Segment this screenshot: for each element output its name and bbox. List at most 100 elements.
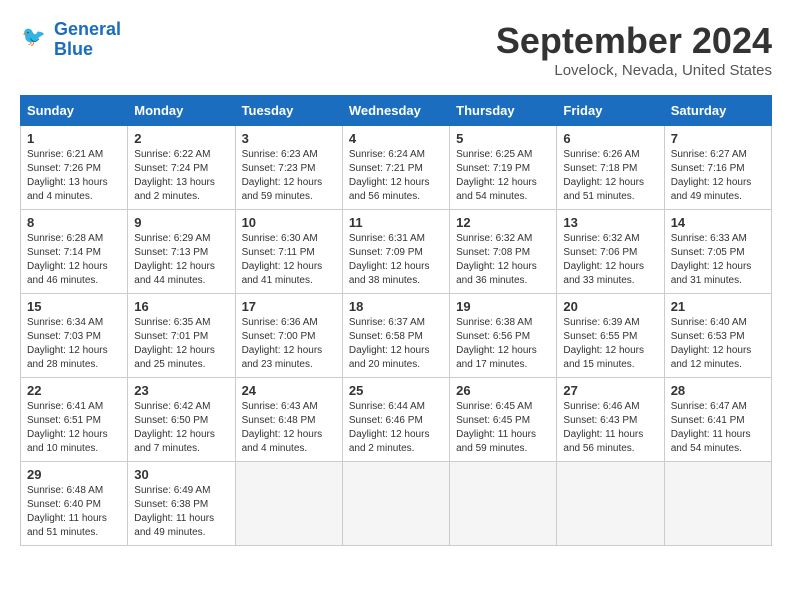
table-row xyxy=(342,462,449,546)
day-number: 17 xyxy=(242,299,336,314)
day-info: Sunrise: 6:30 AM Sunset: 7:11 PM Dayligh… xyxy=(242,232,336,288)
table-row xyxy=(235,462,342,546)
table-row: 11Sunrise: 6:31 AM Sunset: 7:09 PM Dayli… xyxy=(342,210,449,294)
day-number: 10 xyxy=(242,215,336,230)
day-info: Sunrise: 6:25 AM Sunset: 7:19 PM Dayligh… xyxy=(456,148,550,204)
table-row: 27 Sunrise: 6:46 AM Sunset: 6:43 PM Dayli… xyxy=(557,378,664,462)
table-row: 12Sunrise: 6:32 AM Sunset: 7:08 PM Dayli… xyxy=(450,210,557,294)
day-number: 15 xyxy=(27,299,121,314)
day-info: Sunrise: 6:37 AM Sunset: 6:58 PM Dayligh… xyxy=(349,316,443,372)
col-saturday: Saturday xyxy=(664,96,771,126)
day-info: Sunrise: 6:38 AM Sunset: 6:56 PM Dayligh… xyxy=(456,316,550,372)
svg-text:🐦: 🐦 xyxy=(22,26,46,48)
day-info: Sunrise: 6:44 AM Sunset: 6:46 PM Dayligh… xyxy=(349,400,443,456)
day-number: 12 xyxy=(456,215,550,230)
day-number: 28 xyxy=(671,383,765,398)
day-info: Sunrise: 6:49 AM Sunset: 6:38 PM Dayligh… xyxy=(134,484,228,540)
logo-text: General Blue xyxy=(54,20,121,60)
day-number: 9 xyxy=(134,215,228,230)
table-row xyxy=(450,462,557,546)
table-row: 29 Sunrise: 6:48 AM Sunset: 6:40 PM Dayli… xyxy=(21,462,128,546)
day-info: Sunrise: 6:32 AM Sunset: 7:06 PM Dayligh… xyxy=(563,232,657,288)
day-info: Sunrise: 6:40 AM Sunset: 6:53 PM Dayligh… xyxy=(671,316,765,372)
day-info: Sunrise: 6:45 AM Sunset: 6:45 PM Dayligh… xyxy=(456,400,550,456)
day-info: Sunrise: 6:22 AM Sunset: 7:24 PM Dayligh… xyxy=(134,148,228,204)
day-number: 3 xyxy=(242,131,336,146)
calendar-week-row: 29 Sunrise: 6:48 AM Sunset: 6:40 PM Dayli… xyxy=(21,462,772,546)
table-row: 8 Sunrise: 6:28 AM Sunset: 7:14 PM Daylig… xyxy=(21,210,128,294)
day-info: Sunrise: 6:36 AM Sunset: 7:00 PM Dayligh… xyxy=(242,316,336,372)
table-row: 13 Sunrise: 6:32 AM Sunset: 7:06 PM Dayli… xyxy=(557,210,664,294)
table-row: 4 Sunrise: 6:24 AM Sunset: 7:21 PM Daylig… xyxy=(342,126,449,210)
table-row: 19 Sunrise: 6:38 AM Sunset: 6:56 PM Dayli… xyxy=(450,294,557,378)
table-row: 10 Sunrise: 6:30 AM Sunset: 7:11 PM Dayli… xyxy=(235,210,342,294)
table-row: 3 Sunrise: 6:23 AM Sunset: 7:23 PM Daylig… xyxy=(235,126,342,210)
day-number: 29 xyxy=(27,467,121,482)
day-number: 16 xyxy=(134,299,228,314)
col-friday: Friday xyxy=(557,96,664,126)
day-number: 21 xyxy=(671,299,765,314)
table-row: 23Sunrise: 6:42 AM Sunset: 6:50 PM Dayli… xyxy=(128,378,235,462)
day-number: 23 xyxy=(134,383,228,398)
calendar-table: Sunday Monday Tuesday Wednesday Thursday… xyxy=(20,95,772,546)
calendar-week-row: 1 Sunrise: 6:21 AM Sunset: 7:26 PM Daylig… xyxy=(21,126,772,210)
month-title: September 2024 xyxy=(496,20,772,62)
calendar-week-row: 22 Sunrise: 6:41 AM Sunset: 6:51 PM Dayli… xyxy=(21,378,772,462)
calendar-header-row: Sunday Monday Tuesday Wednesday Thursday… xyxy=(21,96,772,126)
day-info: Sunrise: 6:23 AM Sunset: 7:23 PM Dayligh… xyxy=(242,148,336,204)
day-info: Sunrise: 6:46 AM Sunset: 6:43 PM Dayligh… xyxy=(563,400,657,456)
col-sunday: Sunday xyxy=(21,96,128,126)
day-info: Sunrise: 6:47 AM Sunset: 6:41 PM Dayligh… xyxy=(671,400,765,456)
day-number: 22 xyxy=(27,383,121,398)
day-info: Sunrise: 6:27 AM Sunset: 7:16 PM Dayligh… xyxy=(671,148,765,204)
table-row: 17 Sunrise: 6:36 AM Sunset: 7:00 PM Dayli… xyxy=(235,294,342,378)
day-number: 18 xyxy=(349,299,443,314)
table-row: 1 Sunrise: 6:21 AM Sunset: 7:26 PM Daylig… xyxy=(21,126,128,210)
table-row: 6 Sunrise: 6:26 AM Sunset: 7:18 PM Daylig… xyxy=(557,126,664,210)
table-row xyxy=(557,462,664,546)
day-info: Sunrise: 6:24 AM Sunset: 7:21 PM Dayligh… xyxy=(349,148,443,204)
table-row xyxy=(664,462,771,546)
day-number: 11 xyxy=(349,215,443,230)
day-number: 5 xyxy=(456,131,550,146)
day-info: Sunrise: 6:28 AM Sunset: 7:14 PM Dayligh… xyxy=(27,232,121,288)
day-info: Sunrise: 6:48 AM Sunset: 6:40 PM Dayligh… xyxy=(27,484,121,540)
table-row: 26Sunrise: 6:45 AM Sunset: 6:45 PM Dayli… xyxy=(450,378,557,462)
day-info: Sunrise: 6:21 AM Sunset: 7:26 PM Dayligh… xyxy=(27,148,121,204)
logo: 🐦 General Blue xyxy=(20,20,121,60)
day-number: 24 xyxy=(242,383,336,398)
table-row: 24 Sunrise: 6:43 AM Sunset: 6:48 PM Dayli… xyxy=(235,378,342,462)
day-number: 30 xyxy=(134,467,228,482)
day-number: 13 xyxy=(563,215,657,230)
col-wednesday: Wednesday xyxy=(342,96,449,126)
table-row: 20Sunrise: 6:39 AM Sunset: 6:55 PM Dayli… xyxy=(557,294,664,378)
day-number: 20 xyxy=(563,299,657,314)
day-number: 8 xyxy=(27,215,121,230)
day-info: Sunrise: 6:26 AM Sunset: 7:18 PM Dayligh… xyxy=(563,148,657,204)
day-info: Sunrise: 6:35 AM Sunset: 7:01 PM Dayligh… xyxy=(134,316,228,372)
location-title: Lovelock, Nevada, United States xyxy=(496,62,772,79)
day-number: 4 xyxy=(349,131,443,146)
day-info: Sunrise: 6:33 AM Sunset: 7:05 PM Dayligh… xyxy=(671,232,765,288)
logo-icon: 🐦 xyxy=(20,22,50,57)
day-number: 6 xyxy=(563,131,657,146)
table-row: 2Sunrise: 6:22 AM Sunset: 7:24 PM Daylig… xyxy=(128,126,235,210)
table-row: 30 Sunrise: 6:49 AM Sunset: 6:38 PM Dayli… xyxy=(128,462,235,546)
day-number: 1 xyxy=(27,131,121,146)
day-info: Sunrise: 6:43 AM Sunset: 6:48 PM Dayligh… xyxy=(242,400,336,456)
day-info: Sunrise: 6:29 AM Sunset: 7:13 PM Dayligh… xyxy=(134,232,228,288)
table-row: 5 Sunrise: 6:25 AM Sunset: 7:19 PM Daylig… xyxy=(450,126,557,210)
table-row: 16 Sunrise: 6:35 AM Sunset: 7:01 PM Dayli… xyxy=(128,294,235,378)
calendar-week-row: 15 Sunrise: 6:34 AM Sunset: 7:03 PM Dayli… xyxy=(21,294,772,378)
day-number: 25 xyxy=(349,383,443,398)
table-row: 28 Sunrise: 6:47 AM Sunset: 6:41 PM Dayli… xyxy=(664,378,771,462)
logo-line2: Blue xyxy=(54,39,93,59)
day-number: 7 xyxy=(671,131,765,146)
day-info: Sunrise: 6:34 AM Sunset: 7:03 PM Dayligh… xyxy=(27,316,121,372)
day-info: Sunrise: 6:41 AM Sunset: 6:51 PM Dayligh… xyxy=(27,400,121,456)
day-number: 19 xyxy=(456,299,550,314)
day-number: 27 xyxy=(563,383,657,398)
table-row: 18 Sunrise: 6:37 AM Sunset: 6:58 PM Dayli… xyxy=(342,294,449,378)
table-row: 15 Sunrise: 6:34 AM Sunset: 7:03 PM Dayli… xyxy=(21,294,128,378)
table-row: 9 Sunrise: 6:29 AM Sunset: 7:13 PM Daylig… xyxy=(128,210,235,294)
